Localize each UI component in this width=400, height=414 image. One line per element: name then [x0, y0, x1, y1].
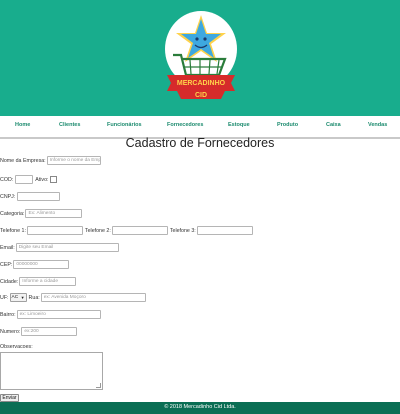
nome-input[interactable]: Informe o nome da Empresa: [46, 156, 101, 165]
row-email: Email: Digite seu Email: [0, 243, 119, 252]
cnpj-label: CNPJ:: [0, 193, 16, 200]
tel1-input[interactable]: [26, 226, 83, 235]
submit-button[interactable]: Enviar: [0, 394, 19, 402]
tel3-label: Telefone 3:: [169, 227, 196, 234]
email-input[interactable]: Digite seu Email: [15, 243, 119, 252]
uf-select[interactable]: AC ▼: [9, 293, 27, 302]
nav-home[interactable]: Home: [15, 122, 30, 128]
bairro-input[interactable]: ex: Limoeiro: [16, 310, 101, 319]
categoria-input[interactable]: Ex: Alimento: [25, 209, 83, 218]
uf-value: AC: [11, 295, 19, 300]
numero-label: Numero:: [0, 328, 21, 335]
row-obs: Observacoes:: [0, 344, 33, 350]
svg-text:CID: CID: [195, 92, 207, 99]
page-title: Cadastro de Fornecedores: [125, 136, 275, 150]
row-numero: Numero: ex:200: [0, 327, 78, 336]
tel3-input[interactable]: [196, 226, 253, 235]
header: MERCADINHO CID: [0, 0, 400, 116]
cep-input[interactable]: 00000000: [13, 260, 70, 269]
email-label: Email:: [0, 244, 15, 251]
tel1-label: Telefone 1:: [0, 227, 26, 234]
tel2-label: Telefone 2:: [84, 227, 111, 234]
svg-text:MERCADINHO: MERCADINHO: [177, 80, 226, 87]
cod-input[interactable]: [15, 175, 34, 184]
uf-label: UF:: [0, 294, 9, 301]
rua-input[interactable]: ex: Avenida Moçoro: [40, 293, 146, 302]
obs-textarea[interactable]: [0, 352, 103, 390]
row-cep: CEP: 00000000: [0, 260, 70, 269]
footer-text: © 2018 Mercadinho Cid Ltda.: [164, 404, 236, 410]
obs-label: Observacoes:: [0, 344, 33, 350]
nav-clientes[interactable]: Clientes: [59, 122, 80, 128]
nav-fornecedores[interactable]: Fornecedores: [167, 122, 203, 128]
row-cidade: Cidade: Informe a cidade: [0, 277, 77, 286]
row-telefones: Telefone 1: Telefone 2: Telefone 3:: [0, 226, 253, 235]
cidade-input[interactable]: Informe a cidade: [19, 277, 77, 286]
row-bairro: Bairro: ex: Limoeiro: [0, 310, 101, 319]
row-cnpj: CNPJ:: [0, 192, 61, 201]
cod-label: COD:: [0, 176, 14, 183]
row-nome: Nome da Empresa: Informe o nome da Empre…: [0, 156, 101, 165]
footer: © 2018 Mercadinho Cid Ltda.: [0, 402, 400, 414]
tel2-input[interactable]: [111, 226, 168, 235]
bairro-label: Bairro:: [0, 311, 16, 318]
row-categoria: Categoria: Ex: Alimento: [0, 209, 83, 218]
chevron-down-icon: ▼: [20, 295, 25, 300]
row-uf-rua: UF: AC ▼ Rua: ex: Avenida Moçoro: [0, 293, 146, 302]
ativo-label: Ativo:: [35, 176, 49, 183]
numero-input[interactable]: ex:200: [21, 327, 78, 336]
ativo-checkbox[interactable]: [49, 176, 57, 183]
cep-label: CEP:: [0, 261, 13, 268]
resize-handle[interactable]: [96, 383, 101, 388]
nav-produto[interactable]: Produto: [277, 122, 298, 128]
mercadinho-cid-logo: MERCADINHO CID: [165, 11, 237, 99]
nome-label: Nome da Empresa:: [0, 157, 46, 164]
nav-caixa[interactable]: Caixa: [326, 122, 341, 128]
nav-vendas[interactable]: Vendas: [368, 122, 387, 128]
row-cod: COD: Ativo:: [0, 175, 57, 184]
nav-estoque[interactable]: Estoque: [228, 122, 250, 128]
cidade-label: Cidade:: [0, 278, 19, 285]
nav-funcionarios[interactable]: Funcionários: [107, 122, 142, 128]
rua-label: Rua:: [28, 294, 40, 301]
categoria-label: Categoria:: [0, 210, 25, 217]
cnpj-input[interactable]: [17, 192, 61, 201]
